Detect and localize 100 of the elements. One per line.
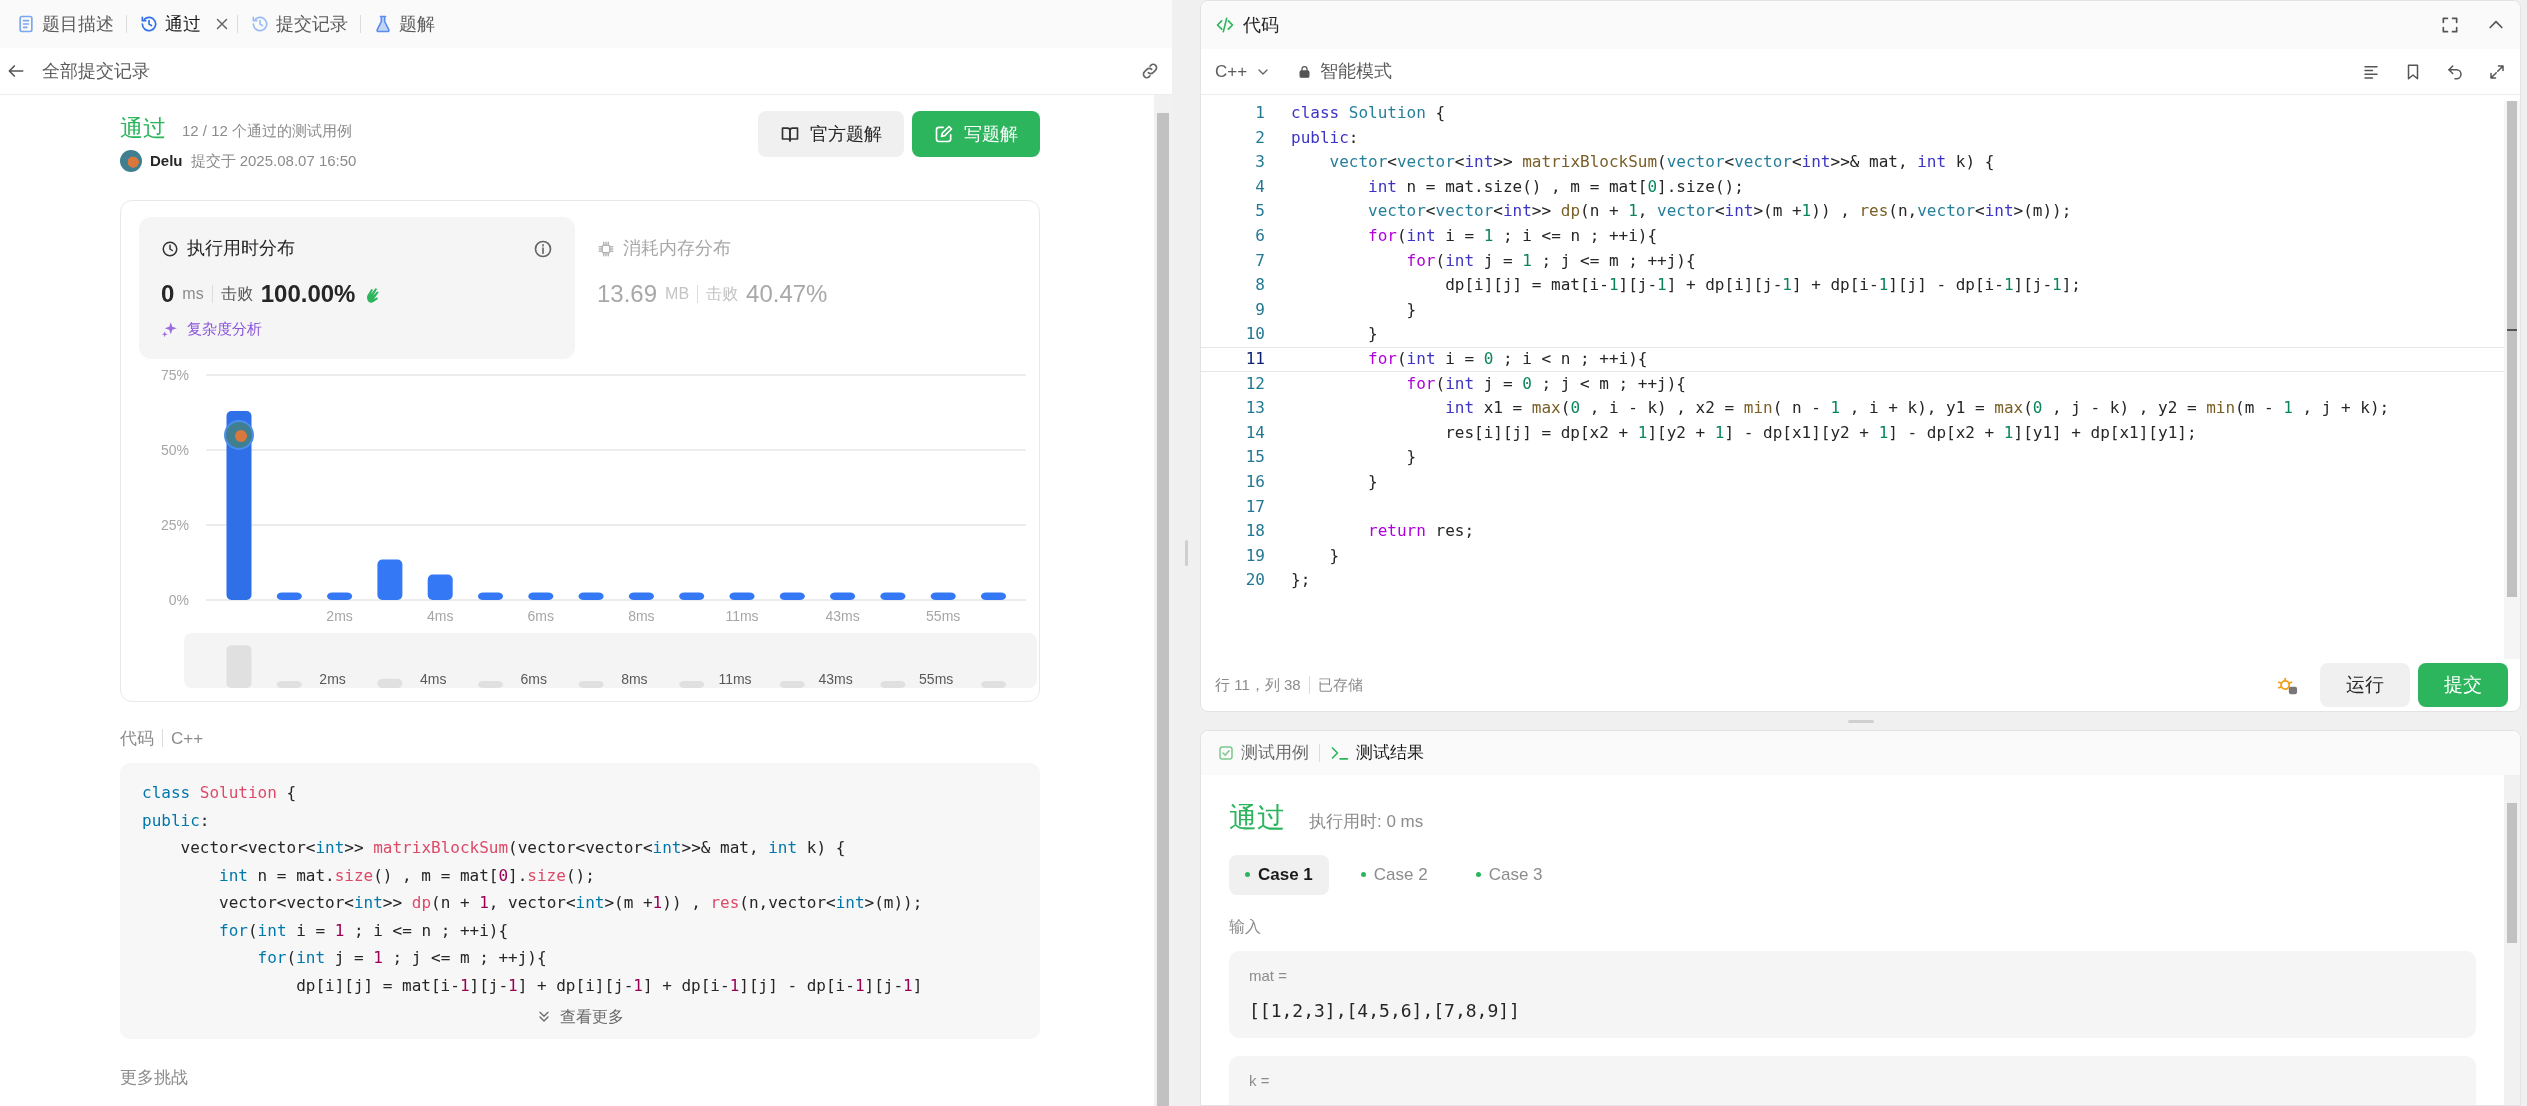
code-line: vector<vector<int>> dp(n + 1, vector<int>(m +1)) , res(n,vector<int>(m)); [218,892,924,914]
mini-bar [578,680,604,688]
tab[interactable]: 题目描述 [10,6,120,42]
line-number: 8 [1254,274,1266,297]
mini-bar [880,680,906,688]
line-number: 16 [1244,470,1266,493]
line-number: 19 [1244,544,1266,567]
mode-label[interactable]: 智能模式 [1320,58,1393,85]
scrollbar[interactable] [2504,775,2520,1105]
stat-title: 执行用时分布 [187,237,295,260]
case-tab[interactable]: Case 1 [1229,855,1329,895]
bar [628,592,654,600]
complexity-link[interactable]: 复杂度分析 [187,318,262,341]
line-number: 11 [1244,347,1266,370]
line-number: 5 [1254,200,1266,223]
cursor-position: 行 11，列 38 [1215,674,1301,695]
tick-label: 4ms [426,607,454,624]
code-line: for(int j = 1 ; j <= m ; ++j){ [256,947,548,969]
bar [729,592,755,600]
beats-percent: 100.00% [260,279,356,309]
line-number: 15 [1244,446,1266,469]
splitter-handle[interactable] [1184,540,1188,566]
user-name[interactable]: Delu [150,149,183,172]
result-status: 通过 [1229,801,1285,835]
bar [327,592,353,600]
tick-label: 43ms [825,607,860,624]
mini-bar [679,680,705,688]
line-number: 14 [1244,421,1266,444]
expand-icon[interactable] [2488,62,2506,81]
code-line: int n = mat.size() , m = mat[0].size(); [218,864,596,887]
code-line: int x1 = max(0 , i - k) , x2 = min( n - 1 , i + k), y1 = max(0 , j - k) , y2 = min(m - 1 , j + k); [1444,397,2390,420]
line-number: 18 [1244,520,1266,543]
edit-icon [934,124,954,144]
case-tab[interactable]: Case 3 [1459,855,1559,895]
code-line: for(int i = 1 ; i <= n ; ++i){ [1367,224,1658,247]
mini-bar [981,680,1006,688]
bar [427,574,453,600]
show-more-button[interactable]: 查看更多 [536,1005,624,1029]
code-line: for(int j = 0 ; j < m ; ++j){ [1405,372,1686,395]
language-select[interactable]: C++ [1215,58,1272,85]
code-line: dp[i][j] = mat[i-1][j-1] + dp[i][j-1] + dp[i-1][j] - dp[i-1][j-1] [295,974,924,997]
variable-name: k = [1249,1071,1271,1091]
scrollbar[interactable] [2504,101,2520,659]
code-line: for(int i = 0 ; i < n ; ++i){ [1367,347,1648,370]
link-icon[interactable] [1140,61,1160,81]
tick-label: 55ms [926,607,961,624]
code-icon [1215,15,1235,35]
code-line: } [1328,544,1340,567]
tick-label: 6ms [527,607,555,624]
language-label: C++ [171,727,204,750]
clock-icon [161,239,179,258]
panel-title: 代码 [1243,13,1279,37]
bar [830,592,856,600]
run-button[interactable]: 运行 [2320,663,2410,707]
document-icon [16,14,36,34]
line-number: 6 [1254,224,1266,247]
info-icon[interactable] [533,238,553,259]
resize-handle[interactable] [1847,719,1874,723]
undo-icon[interactable] [2446,62,2464,81]
beats-percent: 40.47% [746,279,828,309]
bar [377,559,403,600]
tab[interactable]: 测试结果 [1330,740,1424,766]
line-number: 20 [1244,569,1266,592]
tab[interactable]: 提交记录 [244,6,354,42]
axis-label: 0% [168,591,189,608]
code-line: } [1405,298,1417,321]
mini-bar [276,680,302,688]
tab[interactable]: 测试用例 [1217,740,1309,766]
scrollbar[interactable] [1154,95,1172,1106]
range-label: 2ms [319,670,346,687]
mini-bar [478,680,503,688]
line-number: 1 [1254,102,1266,124]
bar [528,592,554,600]
code-line: res[i][j] = dp[x2 + 1][y2 + 1] - dp[x1][y2 + 1] - dp[x2 + 1][y1] + dp[x1][y1]; [1444,421,2197,444]
chip-icon [597,239,615,258]
variable-name: mat = [1249,965,1288,986]
code-line: return res; [1367,520,1475,543]
line-number: 9 [1254,298,1266,321]
tab[interactable]: 通过 [133,6,207,42]
submit-time: 提交于 2025.08.07 16:50 [190,150,357,171]
code-line: dp[i][j] = mat[i-1][j-1] + dp[i][j-1] + dp[i-1][j] - dp[i-1][j-1]; [1444,274,2081,297]
status-dot [1245,872,1250,878]
bar [276,592,302,600]
section-title: 更多挑战 [120,1067,189,1089]
fullscreen-icon[interactable] [2440,15,2460,35]
range-label: 11ms [718,670,752,687]
range-label: 55ms [919,670,954,687]
code-line: for(int j = 1 ; j <= m ; ++j){ [1405,249,1696,272]
case-tab[interactable]: Case 2 [1344,855,1444,895]
bar [981,592,1006,600]
tab[interactable]: 题解 [367,6,441,42]
axis-label: 75% [160,366,189,383]
stat-value: 0 [161,279,175,309]
sparkle-icon [161,320,179,339]
book-icon [780,124,800,144]
stat-panel[interactable]: 执行用时分布 0 ms 击败 100.00% 复杂度分析 [139,217,575,359]
avatar [224,419,254,450]
input-label: 输入 [1229,916,1262,937]
solution-button[interactable]: 官方题解 [758,111,904,157]
bar [679,592,705,600]
